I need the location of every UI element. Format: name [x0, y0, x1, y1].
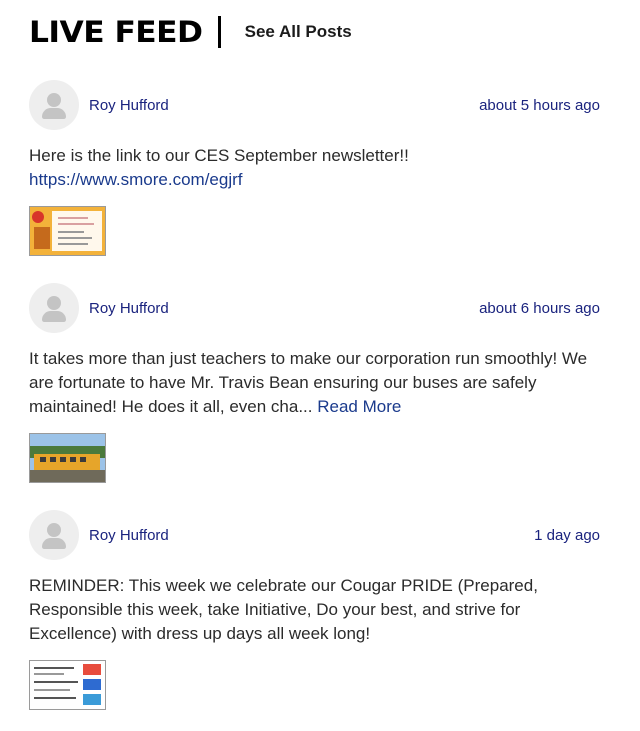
post-timestamp: about 6 hours ago [479, 299, 600, 317]
user-silhouette-icon [47, 93, 61, 107]
post-text-content: REMINDER: This week we celebrate our Cou… [29, 576, 538, 643]
post-author-link[interactable]: Roy Hufford [89, 527, 169, 544]
post-text: Here is the link to our CES September ne… [29, 144, 600, 192]
see-all-posts-link[interactable]: See All Posts [245, 22, 352, 42]
post-timestamp: about 5 hours ago [479, 96, 600, 114]
post-text: REMINDER: This week we celebrate our Cou… [29, 574, 600, 646]
user-silhouette-icon [47, 523, 61, 537]
newsletter-link[interactable]: https://www.smore.com/egjrf [29, 170, 243, 189]
post-header: Roy Hufford about 5 hours ago [29, 80, 600, 130]
post-text: It takes more than just teachers to make… [29, 347, 600, 419]
post-image-thumbnail[interactable] [29, 660, 106, 710]
user-silhouette-icon [47, 296, 61, 310]
post-card: Roy Hufford 1 day ago REMINDER: This wee… [29, 510, 600, 710]
post-header: Roy Hufford about 6 hours ago [29, 283, 600, 333]
read-more-link[interactable]: Read More [317, 397, 401, 416]
post-header: Roy Hufford 1 day ago [29, 510, 600, 560]
avatar[interactable] [29, 283, 79, 333]
avatar[interactable] [29, 80, 79, 130]
post-text-content: It takes more than just teachers to make… [29, 349, 588, 416]
avatar[interactable] [29, 510, 79, 560]
feed-header: LIVE FEED See All Posts [29, 12, 352, 52]
post-card: Roy Hufford about 5 hours ago Here is th… [29, 80, 600, 256]
post-author-link[interactable]: Roy Hufford [89, 300, 169, 317]
post-text-content: Here is the link to our CES September ne… [29, 146, 409, 165]
post-timestamp: 1 day ago [534, 526, 600, 544]
header-divider [217, 16, 221, 48]
page-title: LIVE FEED [29, 14, 203, 49]
post-image-thumbnail[interactable] [29, 206, 106, 256]
post-image-thumbnail[interactable] [29, 433, 106, 483]
post-author-link[interactable]: Roy Hufford [89, 97, 169, 114]
post-card: Roy Hufford about 6 hours ago It takes m… [29, 283, 600, 483]
